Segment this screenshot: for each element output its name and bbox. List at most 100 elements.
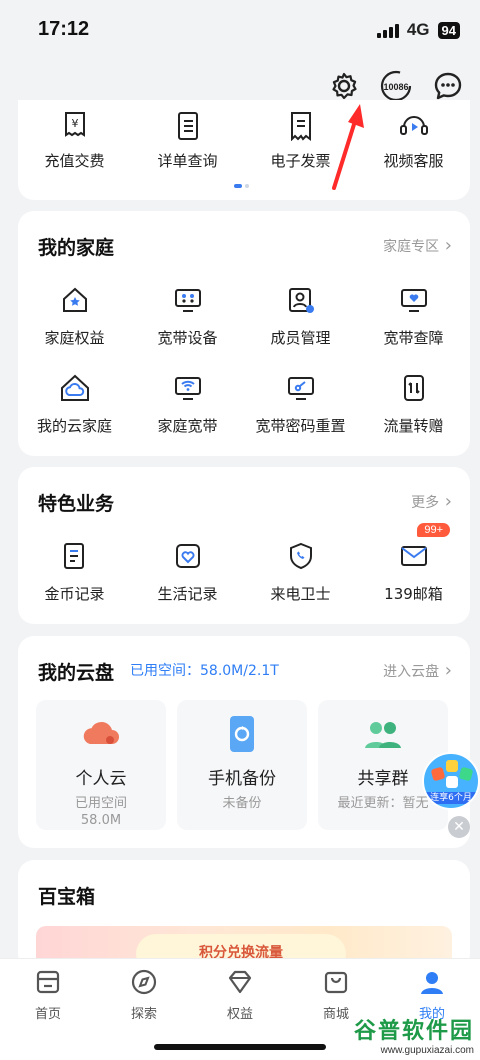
broadband-diagnose-icon (357, 283, 470, 317)
featured-item-label: 生活记录 (157, 585, 218, 603)
signal-icon (376, 22, 399, 38)
share-group-icon (318, 714, 448, 754)
tab-label: 探索 (130, 1007, 157, 1022)
cloud-tile-title: 个人云 (75, 769, 127, 789)
compass-icon (96, 967, 192, 997)
family-item-wifi-monitor[interactable]: 家庭宽带 (131, 371, 244, 436)
page-indicator (234, 184, 249, 188)
tab-label: 首页 (34, 1007, 61, 1022)
home-star-icon (18, 283, 131, 317)
home-icon (0, 967, 96, 997)
settings-icon[interactable] (326, 68, 362, 104)
family-item-label: 宽带设备 (157, 329, 218, 347)
network-type: 4G (406, 20, 430, 39)
family-item-password-reset[interactable]: 宽带密码重置 (244, 371, 357, 436)
quick-action-label: 视频客服 (383, 152, 444, 170)
floating-ad-label: 连享6个月 (424, 792, 478, 804)
family-item-home-star[interactable]: 家庭权益 (18, 283, 131, 348)
battery-icon: 94 (437, 21, 460, 39)
profile-icon (384, 967, 480, 997)
status-indicators: 4G 94 (376, 20, 460, 40)
quick-action-label: 详单查询 (157, 152, 218, 170)
featured-item-life-record[interactable]: 生活记录 (131, 539, 244, 604)
family-item-data-transfer[interactable]: 流量转赠 (357, 371, 470, 436)
customer-service-icon[interactable]: 10086 (378, 68, 414, 104)
annotation-arrow-icon (332, 104, 364, 190)
toolbox-title: 百宝箱 (38, 886, 96, 908)
family-item-label: 家庭宽带 (157, 417, 218, 435)
password-reset-icon (244, 371, 357, 405)
quick-actions-row: ¥ 充值交费 详单查询 电子发票 视频客服 (18, 110, 470, 171)
quick-action-recharge[interactable]: ¥ 充值交费 (18, 110, 131, 171)
video-service-icon (357, 110, 470, 142)
family-item-label: 宽带查障 (383, 329, 444, 347)
featured-item-label: 金币记录 (44, 585, 105, 603)
close-icon[interactable]: ✕ (448, 816, 470, 838)
watermark-url: www.gupuxiazai.com (380, 1045, 474, 1056)
tab-home[interactable]: 首页 (0, 967, 96, 1022)
diamond-icon (192, 967, 288, 997)
tab-diamond[interactable]: 权益 (192, 967, 288, 1022)
family-item-label: 成员管理 (270, 329, 331, 347)
quick-action-label: 充值交费 (44, 152, 105, 170)
mailbox-icon (357, 539, 470, 573)
family-zone-link[interactable]: 家庭专区 (383, 235, 452, 256)
cloud-tile-subtitle: 未备份 (222, 796, 262, 811)
phone-backup-icon (177, 714, 307, 754)
family-item-broadband-device[interactable]: 宽带设备 (131, 283, 244, 348)
family-item-broadband-diagnose[interactable]: 宽带查障 (357, 283, 470, 348)
cloud-tiles: 个人云 已用空间 58.0M 手机备份 未备份 共享群 最近更新：暂无 (36, 700, 470, 830)
cloud-tile-personal-cloud[interactable]: 个人云 已用空间 58.0M (36, 700, 166, 830)
featured-row: 金币记录 生活记录 来电卫士 99+ 139邮箱 (18, 523, 470, 604)
message-icon[interactable] (430, 68, 466, 104)
family-card: 我的家庭 家庭专区 家庭权益 宽带设备 成员管理 宽带查障 我的云家庭 家庭宽带… (18, 211, 470, 456)
family-row-2: 我的云家庭 家庭宽带 宽带密码重置 流量转赠 (18, 371, 470, 436)
wifi-monitor-icon (131, 371, 244, 405)
family-item-label: 流量转赠 (383, 417, 444, 435)
watermark: 谷普软件园 www.gupuxiazai.com (354, 1013, 474, 1056)
family-item-member-manage[interactable]: 成员管理 (244, 283, 357, 348)
cloud-title: 我的云盘 (38, 662, 115, 684)
tab-label: 权益 (226, 1007, 253, 1022)
family-row-1: 家庭权益 宽带设备 成员管理 宽带查障 (18, 283, 470, 348)
svg-text:¥: ¥ (71, 117, 78, 130)
quick-action-bill-list[interactable]: 详单查询 (131, 110, 244, 171)
featured-item-call-guard[interactable]: 来电卫士 (244, 539, 357, 604)
quick-action-video-service[interactable]: 视频客服 (357, 110, 470, 171)
cloud-used-space: 已用空间：58.0M/2.1T (130, 663, 279, 679)
featured-more-link[interactable]: 更多 (411, 491, 452, 512)
cloud-tile-value: 58.0M (80, 813, 122, 828)
call-guard-icon (244, 539, 357, 573)
toolbox-card: 百宝箱 积分兑换流量 (18, 860, 470, 970)
data-transfer-icon (357, 371, 470, 405)
featured-title: 特色业务 (38, 493, 115, 515)
cloud-tile-title: 手机备份 (208, 769, 276, 789)
featured-item-coin-record[interactable]: 金币记录 (18, 539, 131, 604)
member-manage-icon (244, 283, 357, 317)
cloud-tile-phone-backup[interactable]: 手机备份 未备份 (177, 700, 307, 830)
featured-item-mailbox[interactable]: 99+ 139邮箱 (357, 523, 470, 604)
status-time: 17:12 (38, 18, 90, 40)
quick-actions-card: ¥ 充值交费 详单查询 电子发票 视频客服 (18, 100, 470, 200)
family-item-label: 我的云家庭 (36, 417, 112, 435)
bottom-tab-bar: 首页 探索 权益 商城 我的 谷普软件园 www.gupuxiazai.com (0, 958, 480, 1060)
family-title: 我的家庭 (38, 237, 115, 259)
enter-cloud-link[interactable]: 进入云盘 (383, 660, 452, 681)
personal-cloud-icon (36, 714, 166, 754)
family-item-cloud-home[interactable]: 我的云家庭 (18, 371, 131, 436)
unread-badge: 99+ (417, 523, 450, 537)
recharge-icon: ¥ (18, 110, 131, 142)
broadband-device-icon (131, 283, 244, 317)
featured-item-label: 来电卫士 (270, 585, 331, 603)
featured-card: 特色业务 更多 金币记录 生活记录 来电卫士 99+ 139邮箱 (18, 467, 470, 624)
home-indicator (154, 1044, 326, 1050)
coin-record-icon (18, 539, 131, 573)
shop-icon (288, 967, 384, 997)
cloud-home-icon (18, 371, 131, 405)
featured-item-label: 139邮箱 (384, 585, 443, 603)
service-code-label: 10086 (383, 82, 408, 92)
header-actions: 10086 (326, 68, 466, 104)
tab-compass[interactable]: 探索 (96, 967, 192, 1022)
floating-ad[interactable]: 连享6个月 (422, 752, 480, 810)
family-item-label: 宽带密码重置 (255, 417, 346, 435)
